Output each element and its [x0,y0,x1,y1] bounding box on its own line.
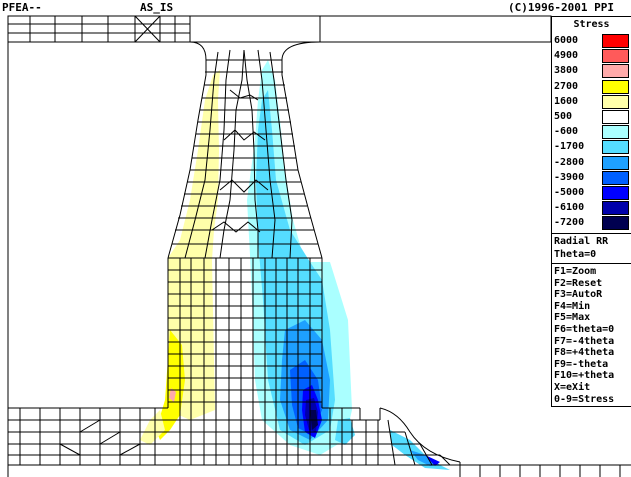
legend-swatch [602,79,629,94]
function-key-hint[interactable]: X=eXit [554,382,590,394]
stress-component: Radial RR [554,236,609,247]
legend-level-label: 500 [554,111,573,122]
legend-swatch [602,201,629,216]
function-key-hint[interactable]: F9=-theta [554,359,608,371]
legend-swatch [602,125,629,140]
legend-swatch [602,155,629,170]
legend-swatch [602,94,629,109]
legend-level-label: 4900 [554,50,579,62]
legend-level-label: -1700 [554,141,585,153]
legend-swatch [602,140,629,155]
legend-level-label: -2800 [554,156,585,168]
legend-swatch [602,64,629,79]
function-key-hint[interactable]: F6=theta=0 [554,324,614,336]
legend-swatch [602,186,629,200]
function-key-hint[interactable]: F7=-4theta [554,336,614,348]
function-key-hint[interactable]: F2=Reset [554,278,602,290]
fea-mesh-view[interactable] [0,0,631,477]
function-key-hint[interactable]: F3=AutoR [554,289,602,301]
stress-contours [140,60,450,470]
function-key-hint[interactable]: F4=Min [554,301,590,313]
legend-swatch [602,170,629,185]
legend-swatch [602,110,629,124]
function-key-hint[interactable]: F10=+theta [554,370,614,382]
function-key-hint[interactable]: F5=Max [554,312,590,324]
function-key-hint[interactable]: 0-9=Stress [554,394,614,406]
legend-swatch [602,49,629,64]
legend-level-label: -5000 [554,187,585,198]
legend-title: Stress [573,19,610,30]
divider [552,263,631,264]
legend-panel: Stress 6000 4900 3800 2700 1600 500 -600 -1700 -… [551,16,631,407]
legend-swatch [602,34,629,48]
function-key-hint[interactable]: F1=Zoom [554,266,596,278]
legend-swatch [602,216,629,231]
function-key-hint[interactable]: F8=+4theta [554,347,614,359]
legend-level-label: -600 [554,126,579,138]
legend-level-label: -3900 [554,171,585,183]
theta-value: Theta=0 [554,249,597,260]
divider [552,233,631,234]
legend-level-label: 6000 [554,35,579,46]
legend-level-label: 3800 [554,65,579,77]
legend-level-label: -7200 [554,217,585,229]
legend-level-label: 1600 [554,95,579,107]
legend-level-label: 2700 [554,80,579,92]
legend-level-label: -6100 [554,202,585,214]
